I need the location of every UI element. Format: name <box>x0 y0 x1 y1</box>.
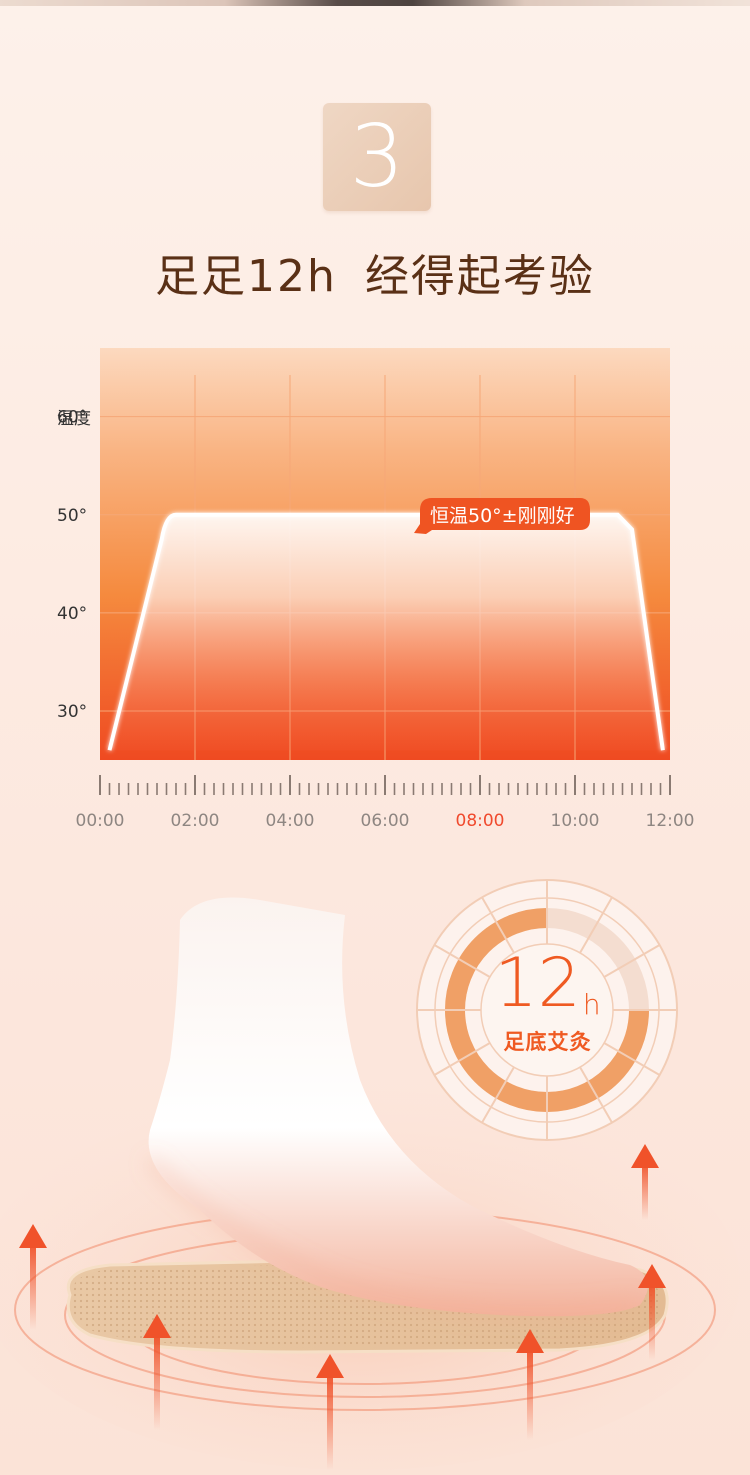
ring-caption: 足底艾灸 <box>503 1030 592 1054</box>
x-tick-label: 08:00 <box>456 811 505 831</box>
foot-insole-illustration <box>0 879 740 1470</box>
time-axis <box>99 775 671 795</box>
annotation-text: 恒温50°±刚刚好 <box>430 505 575 527</box>
x-axis-labels: 00:00 02:00 04:00 06:00 08:00 10:00 12:00 <box>76 811 695 831</box>
previous-section-edge <box>0 0 750 6</box>
headline-part-2: 经得起考验 <box>364 251 595 302</box>
y-tick-label: 50° <box>57 506 87 526</box>
annotation-callout: 恒温50°±刚刚好 <box>414 498 590 534</box>
temperature-area <box>109 514 663 751</box>
product-detail-page: 3 足足12h 经得起考验 温度 60° 50° 40° 30° 恒温50°±刚… <box>0 0 750 1475</box>
ring-unit: h <box>582 988 601 1021</box>
x-tick-label: 02:00 <box>171 811 220 831</box>
y-tick-label: 60° <box>57 408 87 428</box>
y-tick-label: 30° <box>57 702 87 722</box>
x-tick-label: 04:00 <box>266 811 315 831</box>
section-number-badge: 3 <box>323 103 431 211</box>
section-number: 3 <box>349 107 405 207</box>
temperature-chart: 温度 60°50°40°30° 恒温50°±刚刚好 00:00 02:00 04:0… <box>57 348 695 831</box>
y-tick-label: 40° <box>57 604 87 624</box>
x-tick-label: 10:00 <box>551 811 600 831</box>
x-tick-label: 12:00 <box>646 811 695 831</box>
x-tick-label: 06:00 <box>361 811 410 831</box>
section-headline: 足足12h 经得起考验 <box>0 240 750 304</box>
x-tick-label: 00:00 <box>76 811 125 831</box>
y-axis-ticks: 60° 50° 40° 30° <box>57 408 87 722</box>
ring-value: 12h <box>494 944 601 1023</box>
headline-part-1: 足足12h <box>155 251 337 302</box>
